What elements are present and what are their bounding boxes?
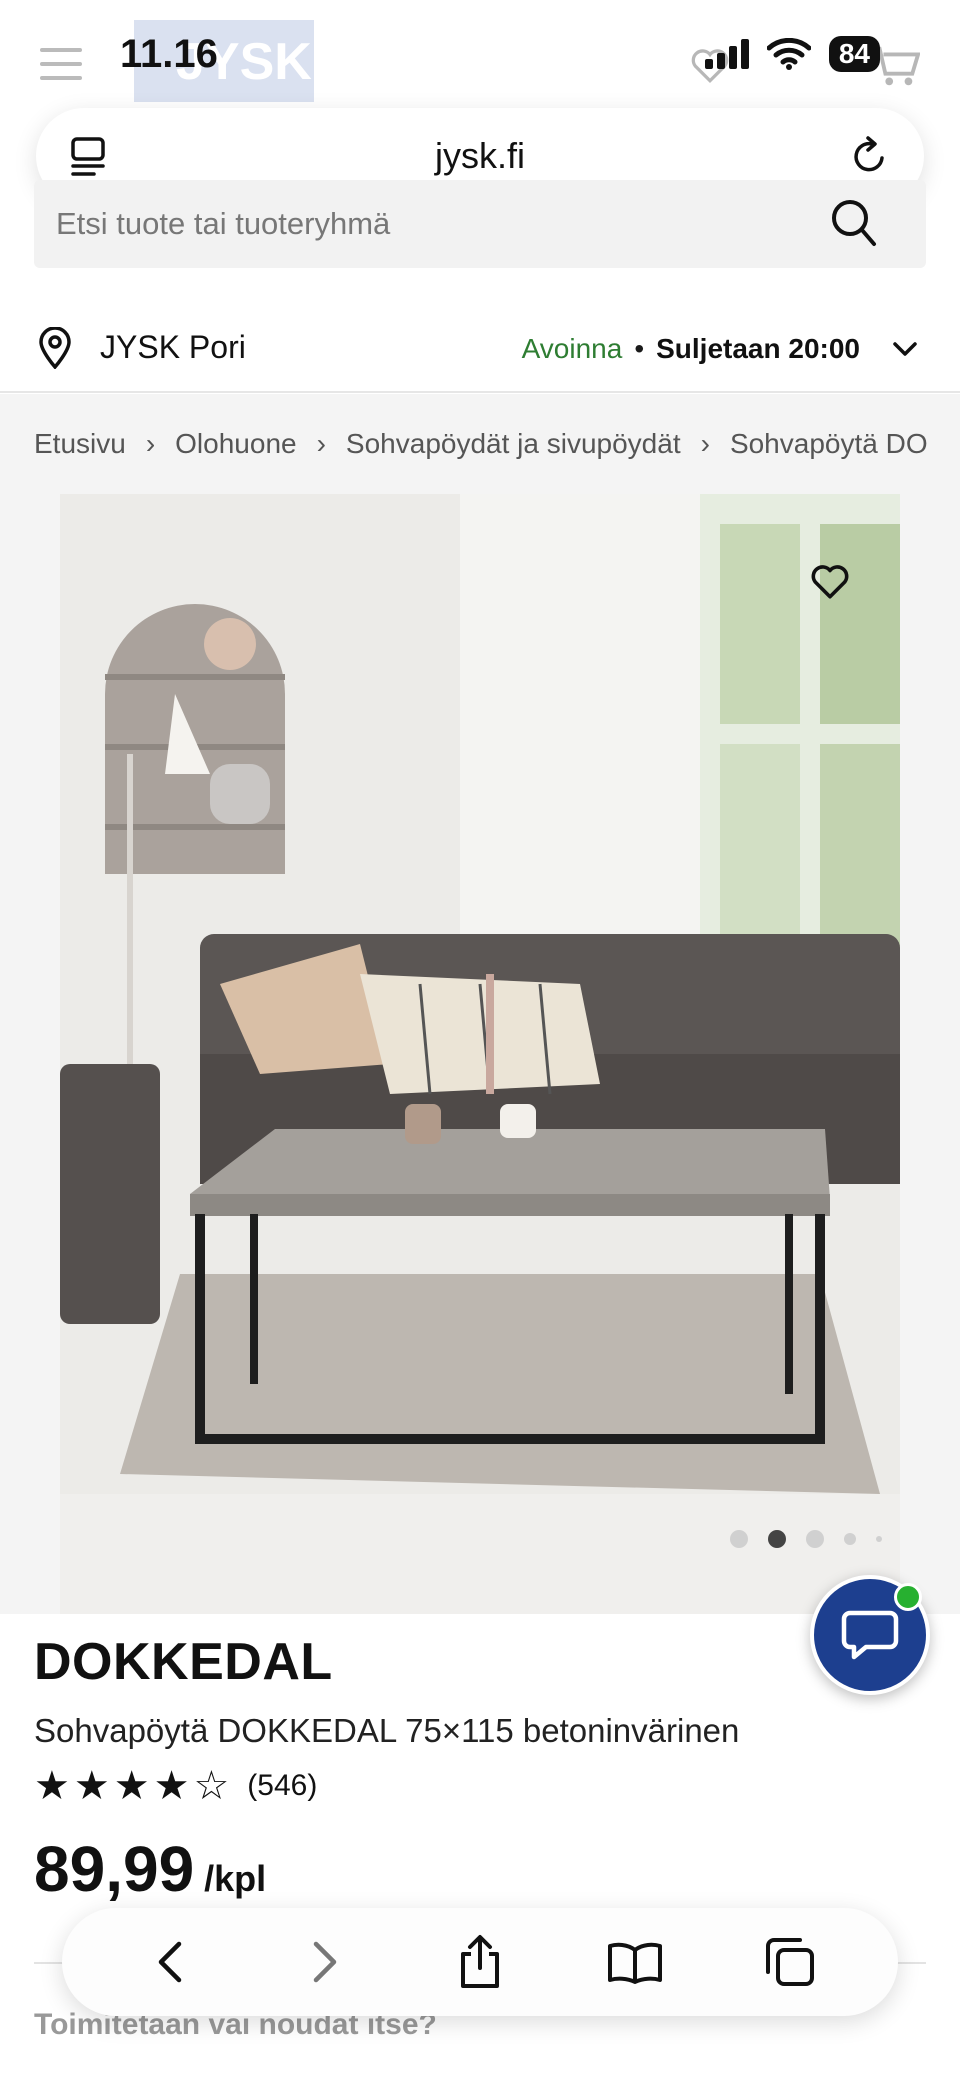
star-empty-icon: ☆ [193,1764,230,1808]
gallery-pagination[interactable] [730,1530,882,1548]
gallery-dot[interactable] [806,1530,824,1548]
battery-indicator: 84 [828,36,880,72]
star-filled-icon: ★ [34,1764,70,1808]
store-selector[interactable]: JYSK Pori Avoinna • Suljetaan 20:00 [0,305,960,393]
status-bar: 11.16 84 [0,0,960,110]
reader-icon[interactable] [70,136,106,183]
breadcrumb-item[interactable]: Etusivu [34,428,126,460]
gallery-dot[interactable] [876,1536,882,1542]
breadcrumb-separator: › [700,428,710,459]
star-filled-icon: ★ [153,1764,190,1808]
reload-icon[interactable] [850,134,890,183]
favorite-icon[interactable] [810,564,850,605]
breadcrumb: Etusivu › Olohuone › Sohvapöydät ja sivu… [0,394,960,494]
gallery-dot[interactable] [730,1530,748,1548]
breadcrumb-separator: › [145,428,156,459]
online-indicator [894,1583,922,1611]
share-icon [460,1935,499,1988]
forward-icon [313,1941,337,1983]
tabs-button[interactable] [755,1927,825,1997]
tabs-icon [766,1938,815,1986]
signal-icon [704,39,749,69]
store-closing-time: Suljetaan 20:00 [656,333,860,364]
forward-button[interactable] [290,1927,360,1997]
breadcrumb-item[interactable]: Sohvapöytä DO [730,428,928,460]
product-title: DOKKEDAL [34,1633,333,1691]
rating-count[interactable]: (546) [247,1769,317,1803]
chevron-down-icon[interactable] [890,339,920,359]
search-placeholder: Etsi tuote tai tuoteryhmä [56,206,391,241]
gallery-dot[interactable] [844,1533,856,1545]
status-separator: • [634,333,645,364]
chat-icon [841,1610,899,1660]
gallery-dot-active[interactable] [768,1530,786,1548]
url-text[interactable]: jysk.fi [435,135,525,177]
price-unit: /kpl [204,1858,267,1899]
bookmarks-button[interactable] [600,1927,670,1997]
breadcrumb-item[interactable]: Olohuone [175,428,296,460]
product-image[interactable] [60,494,900,1614]
store-name: JYSK Pori [100,329,246,365]
rating[interactable]: ★ ★ ★ ★ ☆ (546) [34,1766,317,1806]
back-icon [158,1941,181,1983]
bookmarks-icon [608,1942,663,1984]
search-icon[interactable] [830,198,878,253]
browser-toolbar [62,1908,898,2016]
location-pin-icon [38,326,72,374]
back-button[interactable] [135,1927,205,1997]
price-value: 89,99 [34,1833,195,1905]
clock: 11.16 [120,32,218,76]
product-price: 89,99/kpl [34,1832,266,1906]
star-filled-icon: ★ [113,1764,150,1808]
product-subtitle: Sohvapöytä DOKKEDAL 75×115 betoninvärine… [34,1712,740,1749]
wifi-icon [766,38,811,70]
store-open-status: Avoinna [521,333,623,364]
product-gallery [0,494,960,1614]
share-button[interactable] [445,1927,515,1997]
breadcrumb-item[interactable]: Sohvapöydät ja sivupöydät [346,428,681,460]
search-input[interactable]: Etsi tuote tai tuoteryhmä [34,180,926,268]
chat-button[interactable] [810,1575,930,1695]
star-filled-icon: ★ [73,1764,110,1808]
breadcrumb-separator: › [316,428,326,459]
